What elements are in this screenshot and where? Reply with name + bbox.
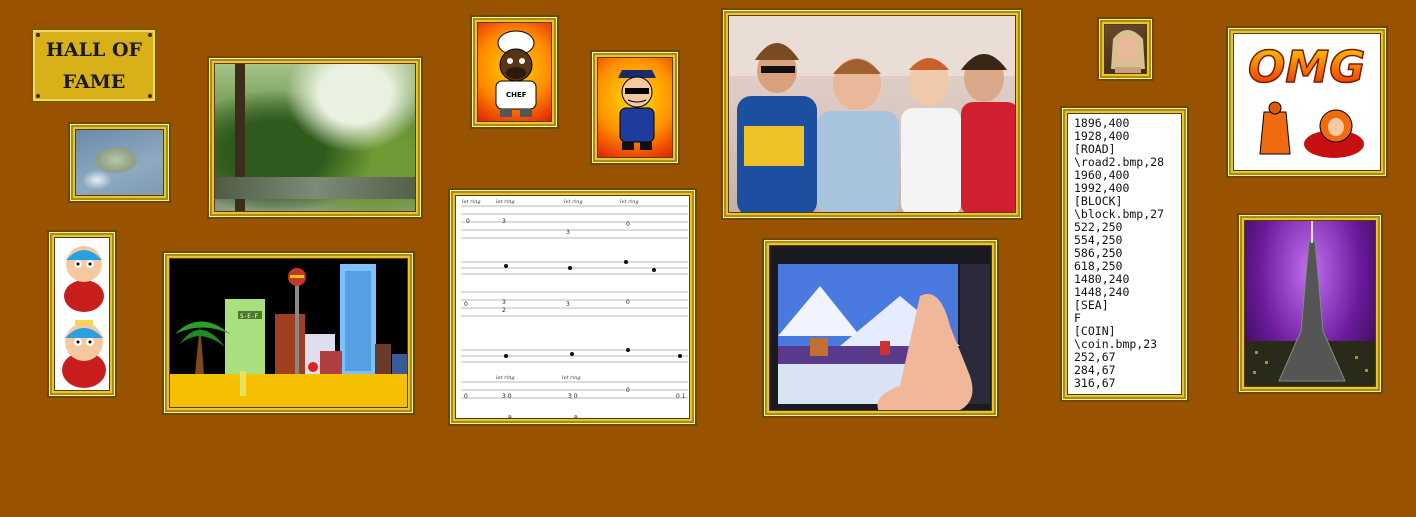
svg-text:3: 3 [502, 299, 506, 306]
frame-guitar-tab[interactable]: let ring let ring let ring let ring let ri… [448, 188, 697, 426]
guitar-tab-sheet: let ring let ring let ring let ring let ri… [455, 195, 690, 419]
screw-icon [148, 33, 152, 37]
portrait-photo [1104, 24, 1147, 74]
person-4 [961, 54, 1015, 212]
svg-text:3 0: 3 0 [568, 393, 578, 400]
svg-text:let ring: let ring [496, 375, 515, 381]
svg-text:0: 0 [626, 221, 630, 228]
svg-text:let ring: let ring [564, 199, 583, 205]
svg-text:let ring: let ring [562, 375, 581, 381]
svg-text:let ring: let ring [462, 199, 481, 205]
svg-text:3 0: 3 0 [502, 393, 512, 400]
omg-picture: OMG [1233, 33, 1381, 171]
tower-picture [1244, 220, 1376, 387]
frame-tablet-photo[interactable] [762, 238, 999, 418]
frame-config-text[interactable]: 1896,400 1928,400 [ROAD] \road2.bmp,28 1… [1060, 106, 1189, 402]
svg-text:3: 3 [502, 218, 506, 225]
hall-of-fame-plaque: HALL OF FAME [31, 28, 157, 103]
frame-officer[interactable] [590, 50, 680, 165]
jungle-photo [214, 63, 416, 212]
svg-text:2: 2 [502, 307, 506, 314]
svg-text:let ring: let ring [496, 199, 515, 205]
tablet-photo [769, 245, 992, 411]
svg-text:0: 0 [464, 301, 468, 308]
svg-text:3: 3 [566, 301, 570, 308]
frame-island-photo[interactable] [68, 122, 171, 203]
plaque-title: HALL OF FAME [45, 38, 143, 93]
screw-icon [36, 33, 40, 37]
person-2 [817, 58, 899, 212]
officer-picture [597, 57, 673, 158]
kenny-parka [1259, 101, 1291, 155]
city-game-screenshot: S-E-F [169, 258, 408, 408]
config-text: 1896,400 1928,400 [ROAD] \road2.bmp,28 1… [1074, 116, 1165, 390]
svg-text:0: 0 [626, 299, 630, 306]
frame-chef[interactable]: CHEF [470, 15, 559, 129]
svg-text:let ring: let ring [620, 199, 639, 205]
omg-text: OMG [1248, 42, 1365, 93]
screw-icon [148, 94, 152, 98]
frame-group-photo[interactable] [721, 8, 1023, 220]
svg-text:0: 0 [464, 393, 468, 400]
config-text-panel: 1896,400 1928,400 [ROAD] \road2.bmp,28 1… [1067, 113, 1182, 395]
cartman-picture [54, 237, 110, 391]
svg-text:P: P [508, 415, 512, 419]
svg-text:0 1: 0 1 [676, 393, 686, 400]
chef-apron-label: CHEF [506, 91, 527, 99]
frame-cartman[interactable] [47, 230, 117, 398]
svg-text:P: P [574, 415, 578, 419]
frame-jungle-photo[interactable] [207, 56, 423, 219]
svg-text:S-E-F: S-E-F [240, 313, 258, 320]
person-3 [901, 58, 961, 212]
svg-text:0: 0 [466, 218, 470, 225]
frame-omg[interactable]: OMG [1226, 26, 1388, 178]
svg-text:3: 3 [566, 229, 570, 236]
screw-icon [36, 94, 40, 98]
kenny-dead [1304, 109, 1364, 158]
frame-portrait[interactable] [1097, 17, 1154, 81]
cartman-figure [64, 246, 104, 312]
svg-text:0: 0 [626, 387, 630, 394]
group-photo [728, 15, 1016, 213]
frame-city-game[interactable]: S-E-F [162, 251, 415, 415]
cartman-figure [62, 320, 106, 388]
frame-tower[interactable] [1237, 213, 1383, 394]
chef-picture: CHEF [477, 22, 552, 122]
island-photo [75, 129, 164, 196]
